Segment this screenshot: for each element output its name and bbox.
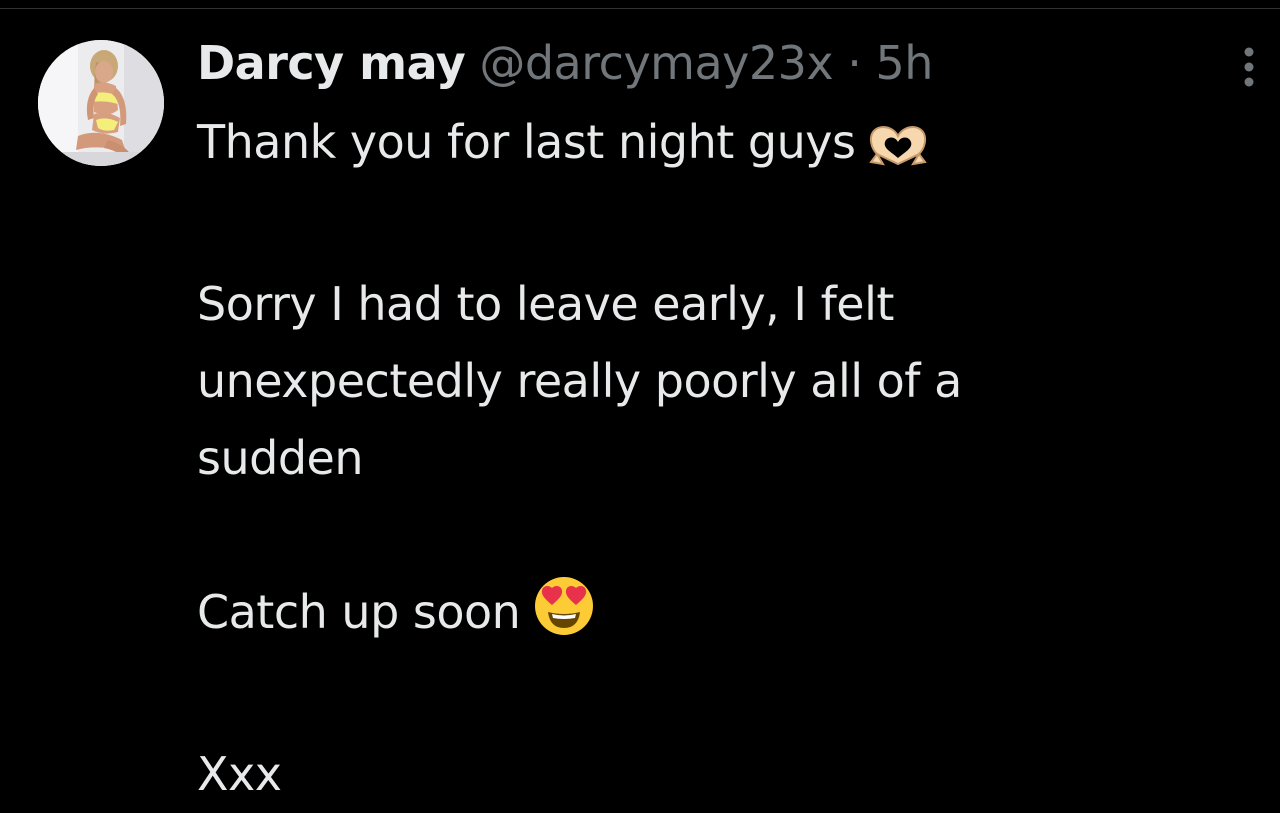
heart-hands-emoji bbox=[867, 112, 929, 189]
tweet-line: sudden bbox=[197, 431, 363, 485]
user-handle[interactable]: @darcymay23x bbox=[479, 36, 833, 90]
tweet-line: unexpectedly really poorly all of a bbox=[197, 354, 962, 408]
more-vertical-icon[interactable] bbox=[1234, 44, 1264, 90]
tweet[interactable]: Darcy may @darcymay23x · 5h Thank you fo… bbox=[0, 10, 1280, 801]
tweet-text: Thank you for last night guys Sorry I ha… bbox=[197, 104, 1237, 813]
tweet-line: Catch up soon bbox=[197, 574, 1237, 659]
avatar[interactable] bbox=[38, 40, 164, 166]
display-name[interactable]: Darcy may bbox=[197, 36, 466, 90]
heart-eyes-emoji bbox=[532, 576, 596, 659]
header-separator: · bbox=[847, 36, 862, 90]
tweet-line: Thank you for last night guys bbox=[197, 104, 1237, 189]
top-divider bbox=[0, 0, 1280, 9]
tweet-header: Darcy may @darcymay23x · 5h bbox=[197, 34, 933, 92]
tweet-timestamp[interactable]: 5h bbox=[876, 36, 934, 90]
tweet-line: Xxx bbox=[197, 747, 282, 801]
avatar-photo bbox=[38, 40, 164, 166]
tweet-line: Sorry I had to leave early, I felt bbox=[197, 277, 894, 331]
